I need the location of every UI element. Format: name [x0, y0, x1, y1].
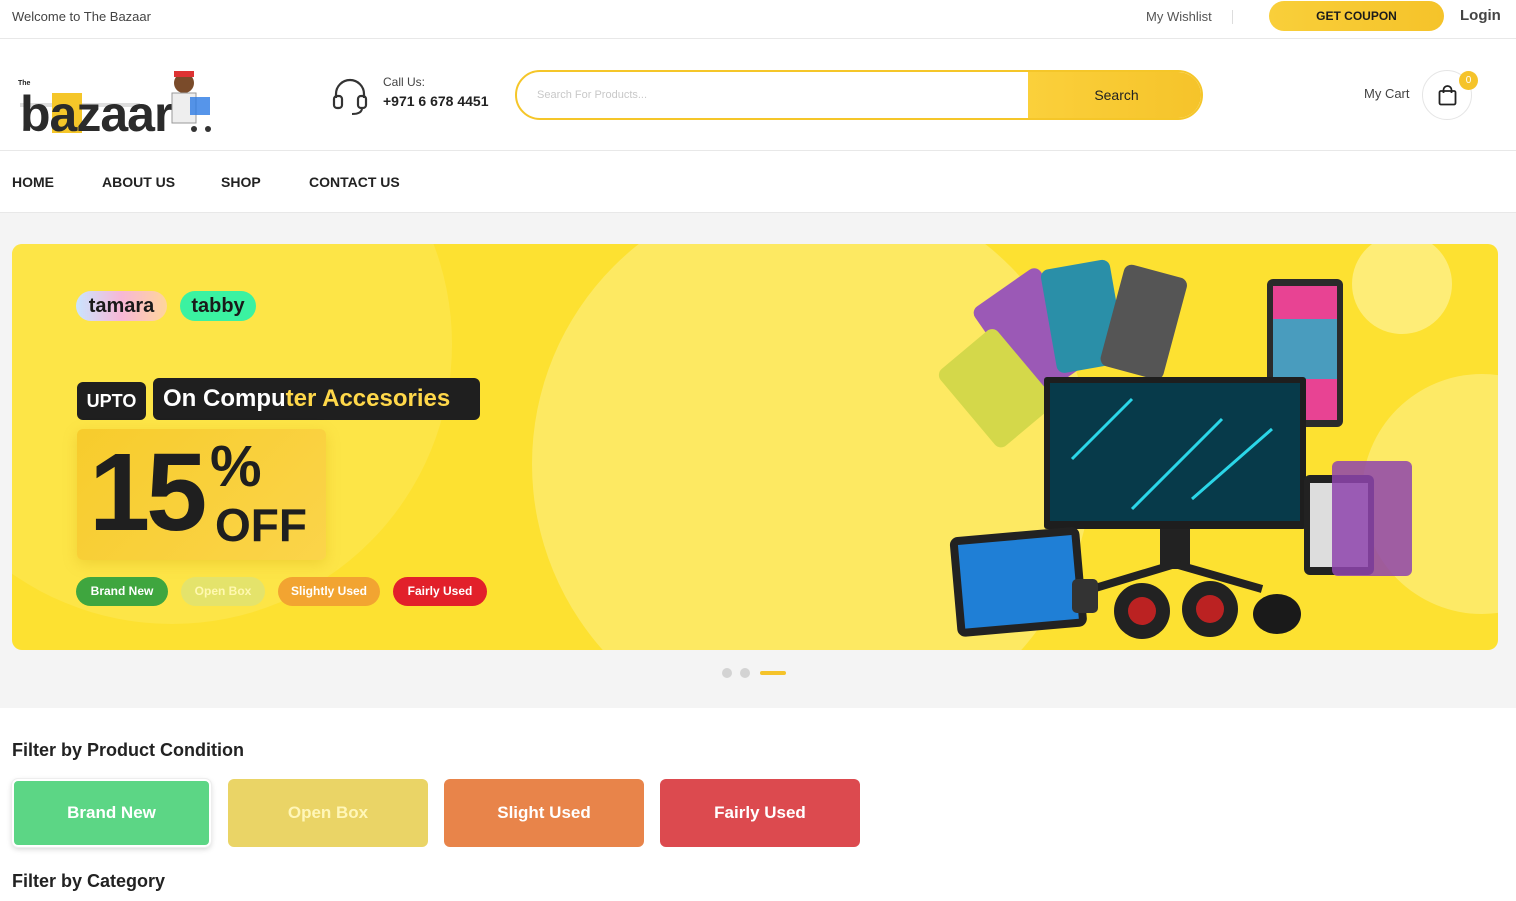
cart-count-badge: 0 [1459, 71, 1478, 90]
tabby-logo: tabby [180, 291, 256, 321]
filter-brand-new-button[interactable]: Brand New [11, 778, 212, 848]
hero-section: tamara tabby UPTO On Computer Accesories… [0, 213, 1516, 708]
filter-category-title: Filter by Category [12, 871, 166, 891]
cart-label: My Cart [1364, 86, 1410, 101]
call-label: Call Us: [383, 75, 426, 89]
banner-pill-fairly-used: Fairly Used [393, 577, 487, 606]
banner-pill-brand-new: Brand New [76, 577, 168, 606]
button-label: Fairly Used [714, 803, 806, 822]
header: The bazaar Call Us: +971 6 678 4451 Sear… [0, 39, 1516, 151]
headline-part1: On Compu [163, 385, 286, 412]
wishlist-link[interactable]: My Wishlist [1146, 9, 1212, 24]
search-button[interactable]: Search [1028, 72, 1201, 118]
filter-condition-title: Filter by Product Condition [12, 740, 244, 760]
pill-label: Fairly Used [407, 584, 473, 598]
promo-banner[interactable]: tamara tabby UPTO On Computer Accesories… [12, 244, 1498, 650]
headline-part2: ter Accesories [285, 385, 451, 412]
filter-slight-used-button[interactable]: Slight Used [444, 779, 644, 847]
pill-label: Open Box [194, 584, 252, 598]
welcome-text: Welcome to The Bazaar [12, 9, 151, 24]
smartwatch [1072, 579, 1098, 613]
banner-pill-slightly-used: Slightly Used [278, 577, 380, 606]
discount-number: 15 [89, 431, 207, 554]
discount-off: OFF [215, 499, 307, 551]
pill-label: Slightly Used [290, 584, 367, 598]
nav-shop[interactable]: SHOP [221, 174, 261, 190]
banner-products-image [938, 259, 1412, 639]
nav-home[interactable]: HOME [12, 174, 54, 190]
banner-pill-open-box: Open Box [181, 577, 265, 606]
headset-icon [332, 78, 368, 115]
bazaar-logo-graphic: The bazaar [18, 71, 211, 142]
divider [1232, 10, 1233, 24]
phone-number[interactable]: +971 6 678 4451 [383, 93, 489, 109]
pill-label: Brand New [90, 584, 154, 598]
search-input[interactable] [517, 72, 1029, 118]
get-coupon-button[interactable]: GET COUPON [1269, 1, 1444, 31]
shopping-bag-icon [1438, 85, 1457, 106]
search-bar: Search [515, 70, 1203, 120]
filter-fairly-used-button[interactable]: Fairly Used [660, 779, 860, 847]
tamara-logo: tamara [76, 291, 167, 321]
nav-about-us[interactable]: ABOUT US [102, 174, 175, 190]
discount-box: 15 % OFF [77, 429, 326, 560]
tablet-landscape [949, 527, 1087, 637]
upto-label: UPTO [77, 382, 146, 420]
main-nav: HOME ABOUT US SHOP CONTACT US [0, 151, 1516, 213]
slide-dot-1[interactable] [722, 668, 732, 678]
nav-contact-us[interactable]: CONTACT US [309, 174, 400, 190]
discount-percent: % [210, 434, 262, 499]
button-label: Brand New [67, 803, 156, 822]
banner-headline: On Computer Accesories [153, 378, 480, 420]
slide-dot-active[interactable] [760, 671, 786, 675]
slide-dot-2[interactable] [740, 668, 750, 678]
earbuds [1253, 594, 1301, 634]
top-bar: Welcome to The Bazaar My Wishlist GET CO… [0, 0, 1516, 39]
button-label: Slight Used [497, 803, 591, 822]
login-link[interactable]: Login [1460, 7, 1501, 24]
site-logo[interactable]: The bazaar [12, 63, 217, 142]
filter-open-box-button[interactable]: Open Box [228, 779, 428, 847]
button-label: Open Box [287, 803, 369, 822]
logo-text: bazaar [20, 86, 173, 139]
